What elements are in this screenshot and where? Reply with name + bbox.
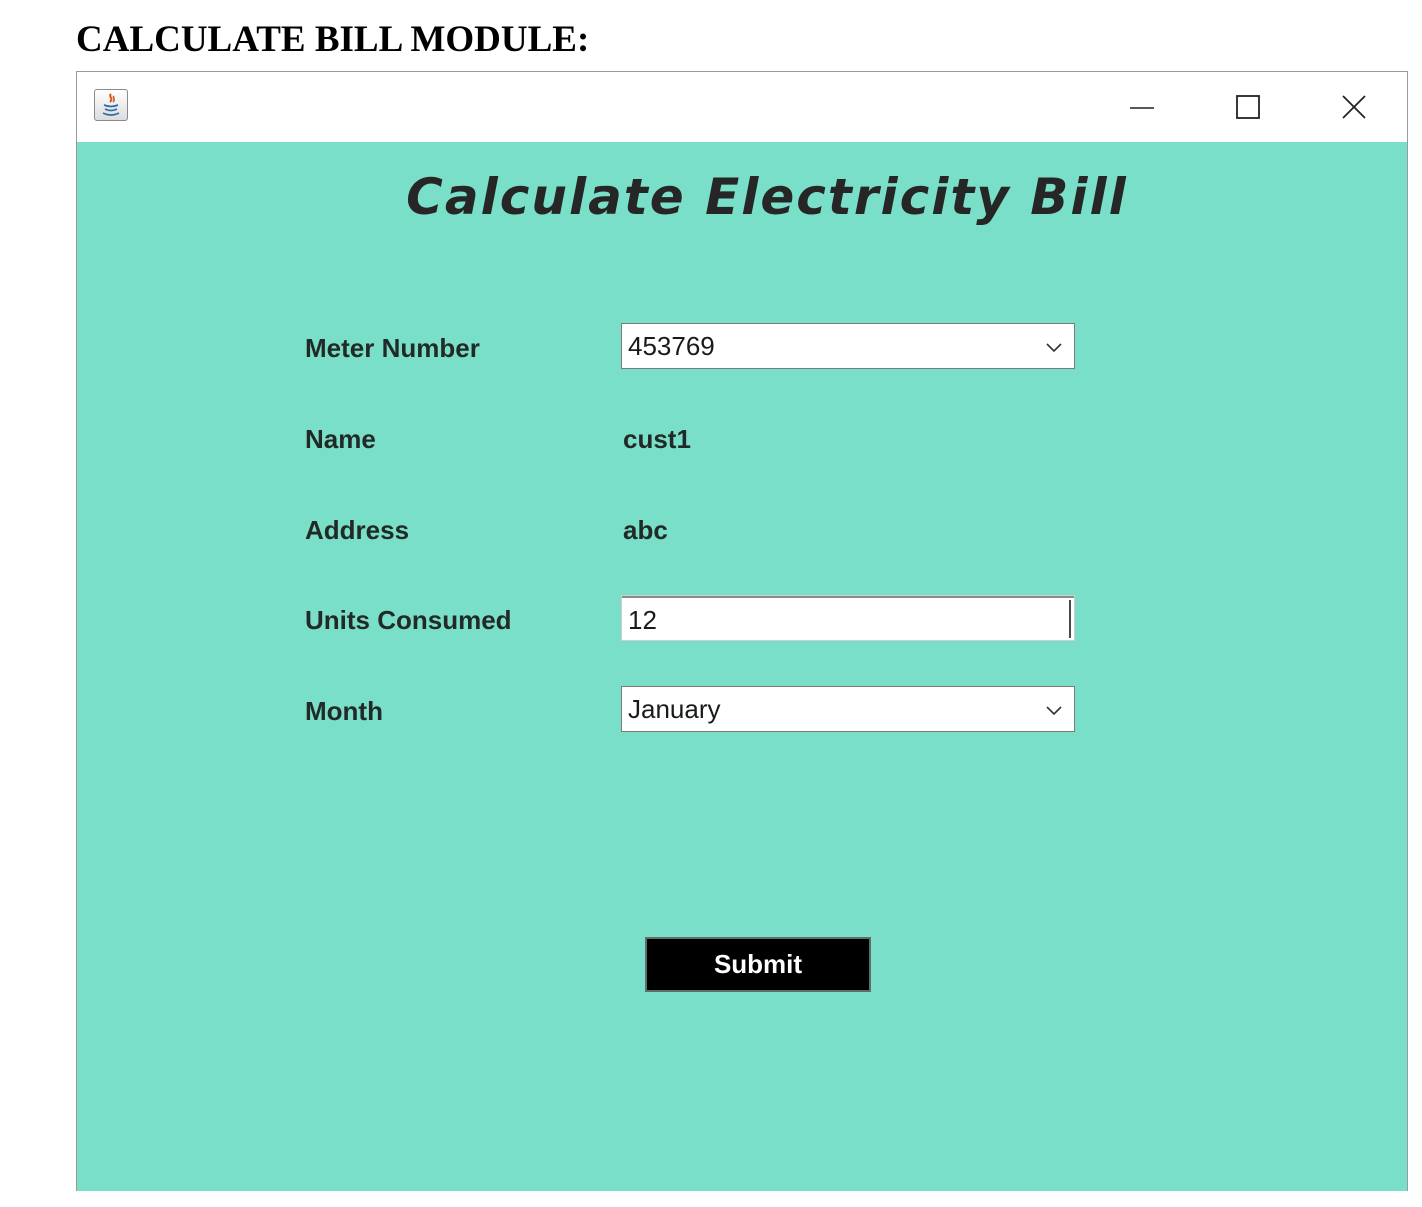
name-value: cust1 [623, 424, 691, 454]
document-heading: CALCULATE BILL MODULE: [76, 19, 590, 60]
close-icon [1342, 95, 1366, 119]
maximize-button[interactable] [1225, 84, 1271, 130]
close-button[interactable] [1331, 84, 1377, 130]
meter-number-label: Meter Number [305, 333, 480, 363]
address-label: Address [305, 515, 410, 545]
minimize-icon [1130, 107, 1154, 109]
meter-number-dropdown[interactable]: 453769 [621, 323, 1075, 369]
title-bar [77, 72, 1407, 142]
month-dropdown[interactable]: January [621, 686, 1075, 732]
chevron-down-icon [1046, 706, 1062, 716]
text-caret [1069, 600, 1071, 638]
maximize-icon [1236, 95, 1260, 119]
units-consumed-input[interactable]: 12 [621, 595, 1075, 641]
java-icon [94, 89, 128, 121]
address-value: abc [623, 515, 668, 545]
month-label: Month [305, 696, 383, 726]
month-value: January [628, 694, 721, 724]
chevron-down-icon [1046, 343, 1062, 353]
form-title: Calculate Electricity Bill [406, 168, 1128, 226]
meter-number-value: 453769 [628, 331, 715, 361]
name-label: Name [305, 424, 376, 454]
submit-button[interactable]: Submit [645, 937, 871, 992]
units-consumed-value: 12 [628, 605, 657, 635]
app-window: Calculate Electricity Bill Meter Number … [76, 71, 1408, 1191]
minimize-button[interactable] [1119, 84, 1165, 130]
units-consumed-label: Units Consumed [305, 605, 512, 635]
